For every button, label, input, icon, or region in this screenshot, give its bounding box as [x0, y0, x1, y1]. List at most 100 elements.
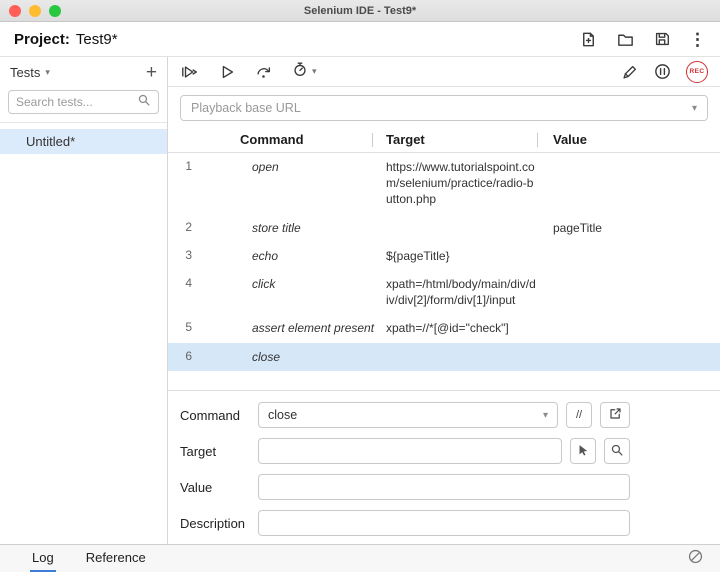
command-field-label: Command: [180, 408, 258, 423]
new-project-icon: [579, 30, 598, 49]
run-all-icon: [180, 63, 200, 81]
row-command: assert element present: [240, 320, 386, 336]
command-select[interactable]: close ▾: [258, 402, 558, 428]
table-row[interactable]: 4 click xpath=/html/body/main/div/div/di…: [168, 270, 720, 314]
new-project-button[interactable]: [579, 30, 598, 49]
disable-breakpoints-icon: [620, 63, 639, 81]
search-icon: [137, 93, 151, 112]
play-icon: [218, 63, 236, 81]
column-separator: [372, 133, 373, 147]
run-all-tests-button[interactable]: [180, 63, 200, 81]
test-search-box: [8, 90, 159, 114]
project-label: Project:: [14, 31, 70, 48]
table-row-selected[interactable]: 6 close: [168, 343, 720, 371]
comment-toggle-button[interactable]: //: [566, 402, 592, 428]
row-value: [553, 320, 720, 336]
row-command: click: [240, 276, 386, 308]
titlebar: Selenium IDE - Test9*: [0, 0, 720, 22]
close-window-button[interactable]: [9, 5, 21, 17]
no-entry-icon: [687, 548, 704, 570]
pause-on-exceptions-button[interactable]: [653, 62, 672, 81]
row-command: open: [240, 159, 386, 208]
test-editor: ▾: [168, 57, 720, 544]
tab-log[interactable]: Log: [30, 545, 56, 572]
row-command: store title: [240, 220, 386, 236]
test-speed-control[interactable]: ▾: [291, 60, 317, 83]
column-separator: [537, 133, 538, 147]
row-value: [553, 349, 720, 365]
project-name: Test9*: [76, 31, 118, 48]
zoom-window-button[interactable]: [49, 5, 61, 17]
table-row[interactable]: 1 open https://www.tutorialspoint.com/se…: [168, 153, 720, 214]
minimize-window-button[interactable]: [29, 5, 41, 17]
tab-log-label: Log: [32, 550, 54, 565]
playback-base-url-box: ▾: [180, 95, 708, 121]
row-command: close: [240, 349, 386, 365]
row-number: 6: [168, 349, 240, 365]
description-input[interactable]: [258, 510, 630, 536]
chevron-down-icon: ▾: [312, 66, 317, 77]
step-over-icon: [254, 63, 273, 81]
find-target-button[interactable]: [604, 438, 630, 464]
selenium-ide-window: Selenium IDE - Test9* Project: Test9*: [0, 0, 720, 572]
row-number: 1: [168, 159, 240, 208]
chevron-down-icon: ▾: [543, 410, 548, 421]
open-in-new-icon: [608, 406, 623, 424]
row-target: [386, 349, 553, 365]
playback-base-url-input[interactable]: [191, 101, 692, 115]
table-row[interactable]: 3 echo ${pageTitle}: [168, 242, 720, 270]
add-test-button[interactable]: +: [146, 63, 157, 82]
table-row[interactable]: 5 assert element present xpath=//*[@id="…: [168, 314, 720, 342]
row-value: [553, 159, 720, 208]
record-button[interactable]: REC: [686, 61, 708, 83]
row-target: xpath=/html/body/main/div/div/div[2]/for…: [386, 276, 553, 308]
row-value: [553, 248, 720, 264]
chevron-down-icon[interactable]: ▾: [45, 67, 50, 78]
bottom-panel: Log Reference: [0, 544, 720, 572]
open-project-button[interactable]: [616, 30, 635, 49]
table-row[interactable]: 2 store title pageTitle: [168, 214, 720, 242]
row-target: [386, 220, 553, 236]
row-command: echo: [240, 248, 386, 264]
step-over-button[interactable]: [254, 63, 273, 81]
target-input[interactable]: [258, 438, 562, 464]
tests-sidebar: Tests ▾ + Untitled*: [0, 57, 168, 544]
pause-circle-icon: [653, 62, 672, 81]
more-menu-button[interactable]: ⋮: [689, 31, 706, 48]
tab-reference-label: Reference: [86, 550, 146, 565]
run-current-test-button[interactable]: [218, 63, 236, 81]
column-header-target: Target: [386, 132, 553, 147]
window-controls: [9, 5, 61, 17]
test-list: Untitled*: [0, 123, 167, 154]
window-title: Selenium IDE - Test9*: [304, 5, 416, 17]
clear-log-button[interactable]: [687, 548, 704, 570]
row-value: pageTitle: [553, 220, 720, 236]
row-number: 3: [168, 248, 240, 264]
target-field-label: Target: [180, 444, 258, 459]
tab-reference[interactable]: Reference: [84, 545, 148, 572]
test-name: Untitled*: [26, 134, 75, 149]
search-tests-input[interactable]: [16, 95, 137, 109]
row-number: 4: [168, 276, 240, 308]
command-table-rows: 1 open https://www.tutorialspoint.com/se…: [168, 153, 720, 371]
disable-breakpoints-button[interactable]: [620, 63, 639, 81]
save-project-button[interactable]: [653, 30, 671, 48]
row-target: ${pageTitle}: [386, 248, 553, 264]
test-list-item[interactable]: Untitled*: [0, 129, 167, 154]
project-header: Project: Test9*: [0, 22, 720, 57]
open-reference-button[interactable]: [600, 402, 630, 428]
folder-icon: [616, 30, 635, 49]
value-input[interactable]: [258, 474, 630, 500]
tests-dropdown[interactable]: Tests: [10, 65, 40, 80]
column-header-command: Command: [240, 132, 386, 147]
target-cursor-icon: [576, 443, 590, 460]
chevron-down-icon[interactable]: ▾: [692, 103, 697, 114]
playback-toolbar: ▾: [168, 57, 720, 87]
select-target-button[interactable]: [570, 438, 596, 464]
command-table-header: Command Target Value: [168, 127, 720, 153]
stopwatch-icon: [291, 60, 309, 83]
save-icon: [653, 30, 671, 48]
search-icon: [610, 443, 624, 460]
row-target: xpath=//*[@id="check"]: [386, 320, 553, 336]
row-number: 5: [168, 320, 240, 336]
